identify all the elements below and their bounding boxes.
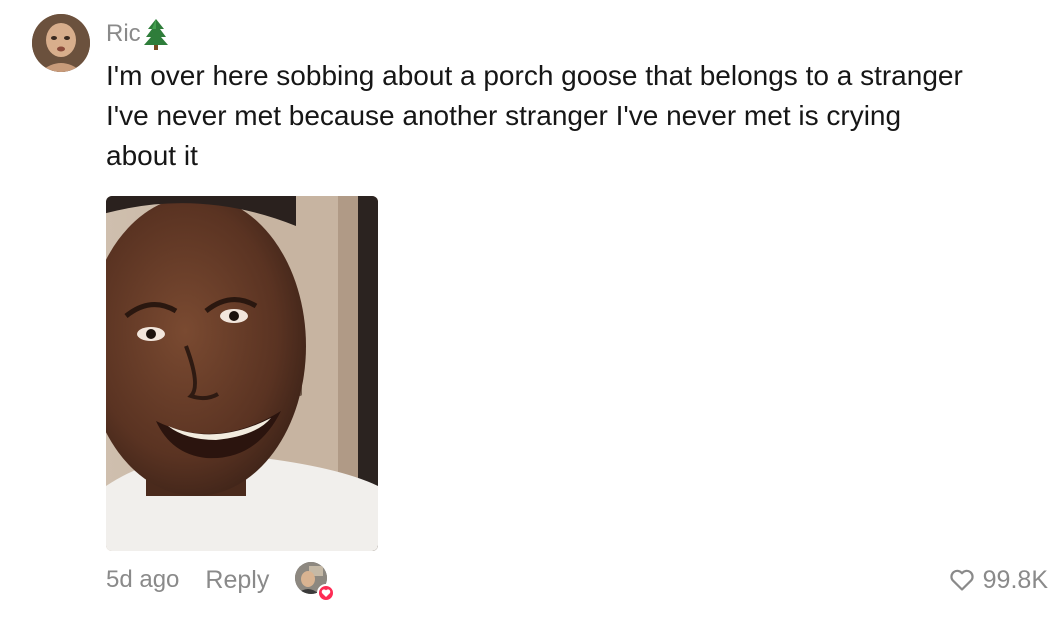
comment-footer: 5d ago Reply — [106, 562, 336, 602]
comment-username[interactable]: Ric — [106, 18, 169, 50]
avatar-photo — [32, 14, 90, 72]
heart-outline-icon — [950, 569, 974, 591]
like-button[interactable]: 99.8K — [949, 562, 1048, 598]
reply-button[interactable]: Reply — [205, 566, 269, 595]
comment-text: I'm over here sobbing about a porch goos… — [106, 60, 963, 171]
comment-item: Ric I'm over here sobbing about a porch … — [0, 0, 1058, 622]
like-count: 99.8K — [982, 565, 1048, 594]
heart-icon — [317, 584, 336, 602]
comment-image[interactable] — [106, 196, 378, 551]
comment-timestamp: 5d ago — [106, 566, 180, 593]
reaction-photo — [106, 196, 378, 551]
username-text: Ric — [106, 20, 141, 47]
user-avatar[interactable] — [32, 14, 90, 72]
evergreen-tree-icon — [143, 19, 168, 50]
creator-liked-badge — [295, 562, 336, 602]
